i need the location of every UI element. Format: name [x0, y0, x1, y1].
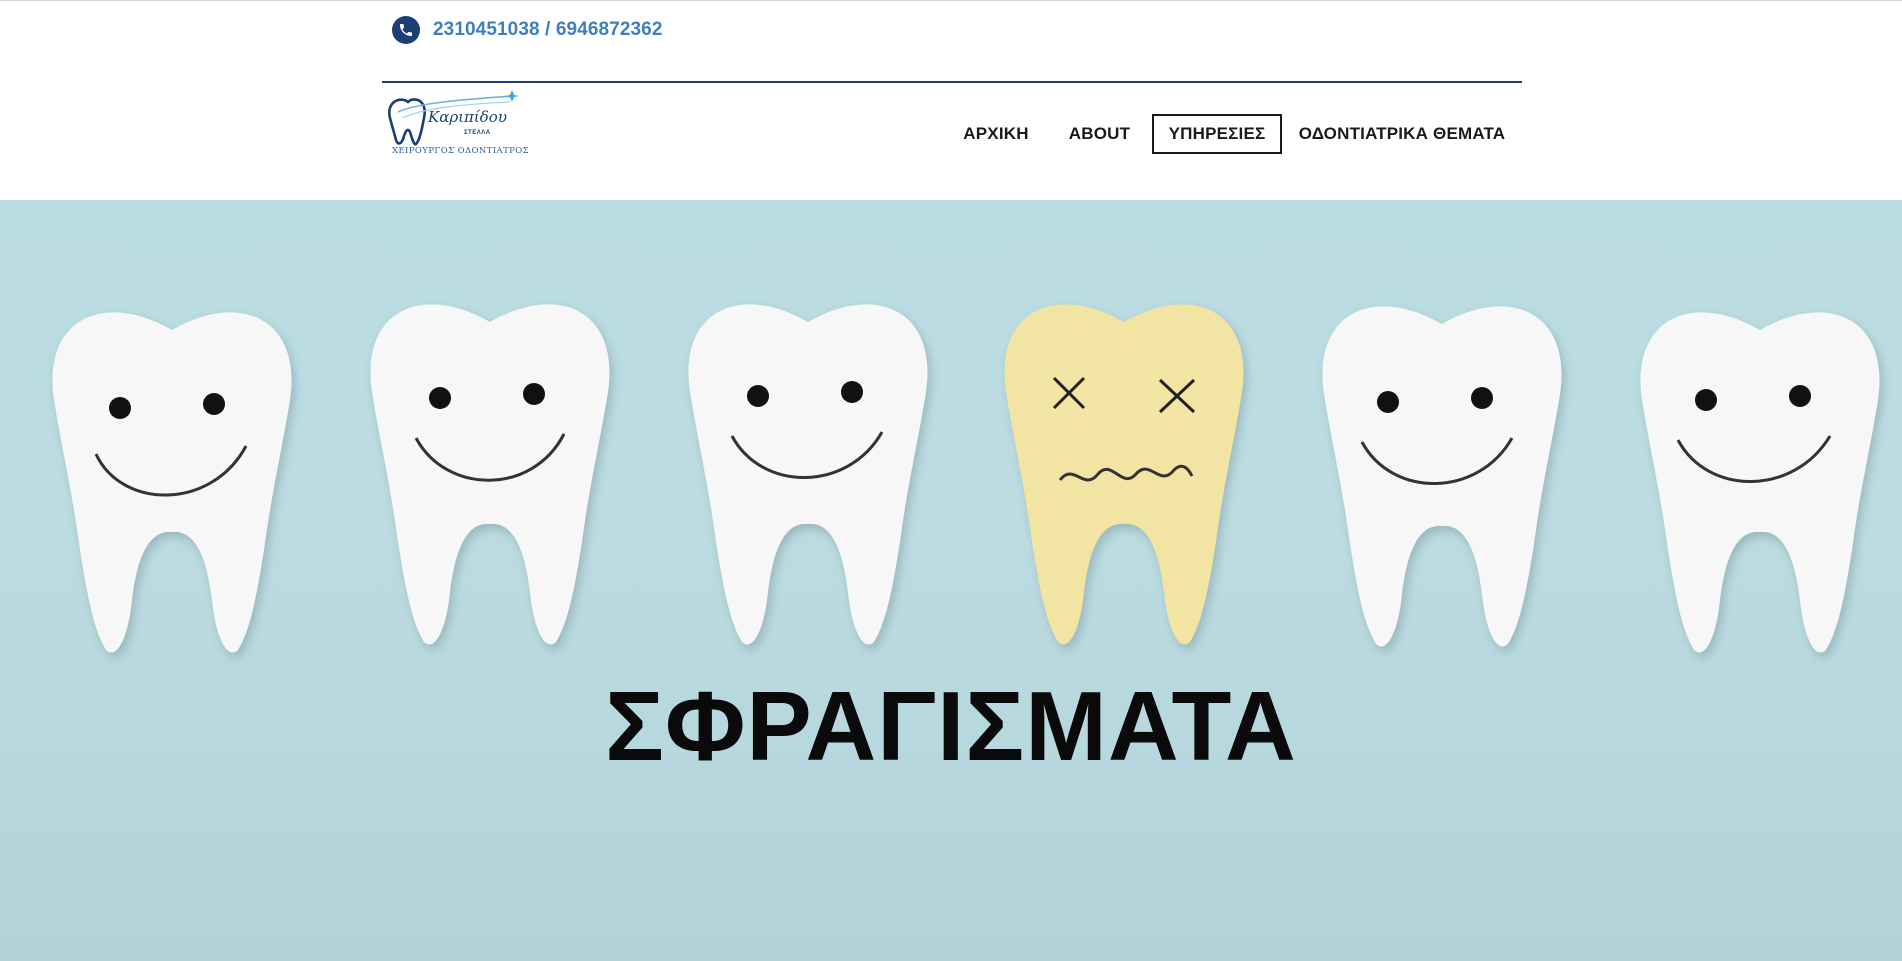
main-nav: ΑΡΧΙΚΗ ABOUT ΥΠΗΡΕΣΙΕΣ ΟΔΟΝΤΙΑΤΡΙΚΑ ΘΕΜΑ… [0, 114, 1902, 154]
top-border [0, 0, 1902, 1]
contact-bar: 2310451038 / 6946872362 [392, 12, 662, 48]
hero-title: ΣΦΡΑΓΙΣΜΑΤΑ [605, 671, 1297, 781]
nav-item-about[interactable]: ABOUT [1062, 114, 1137, 154]
tooth-happy-5 [1640, 312, 1880, 653]
phone-icon [392, 16, 420, 44]
tooth-happy-2 [370, 304, 610, 645]
nav-item-home[interactable]: ΑΡΧΙΚΗ [948, 114, 1044, 154]
nav-item-dental-topics[interactable]: ΟΔΟΝΤΙΑΤΡΙΚΑ ΘΕΜΑΤΑ [1296, 114, 1508, 154]
hero-banner: ΣΦΡΑΓΙΣΜΑΤΑ [0, 200, 1902, 961]
phone-link-1[interactable]: 2310451038 [433, 19, 540, 40]
tooth-happy-3 [688, 304, 928, 645]
nav-item-services[interactable]: ΥΠΗΡΕΣΙΕΣ [1152, 114, 1282, 154]
header-divider [382, 81, 1522, 83]
tooth-happy-4 [1322, 306, 1562, 647]
tooth-sad-yellow [1004, 304, 1244, 645]
teeth-illustration [52, 304, 1880, 653]
tooth-happy-1 [52, 312, 292, 653]
phone-separator: / [539, 19, 556, 40]
phone-numbers: 2310451038 / 6946872362 [433, 19, 662, 41]
phone-link-2[interactable]: 6946872362 [556, 19, 663, 40]
